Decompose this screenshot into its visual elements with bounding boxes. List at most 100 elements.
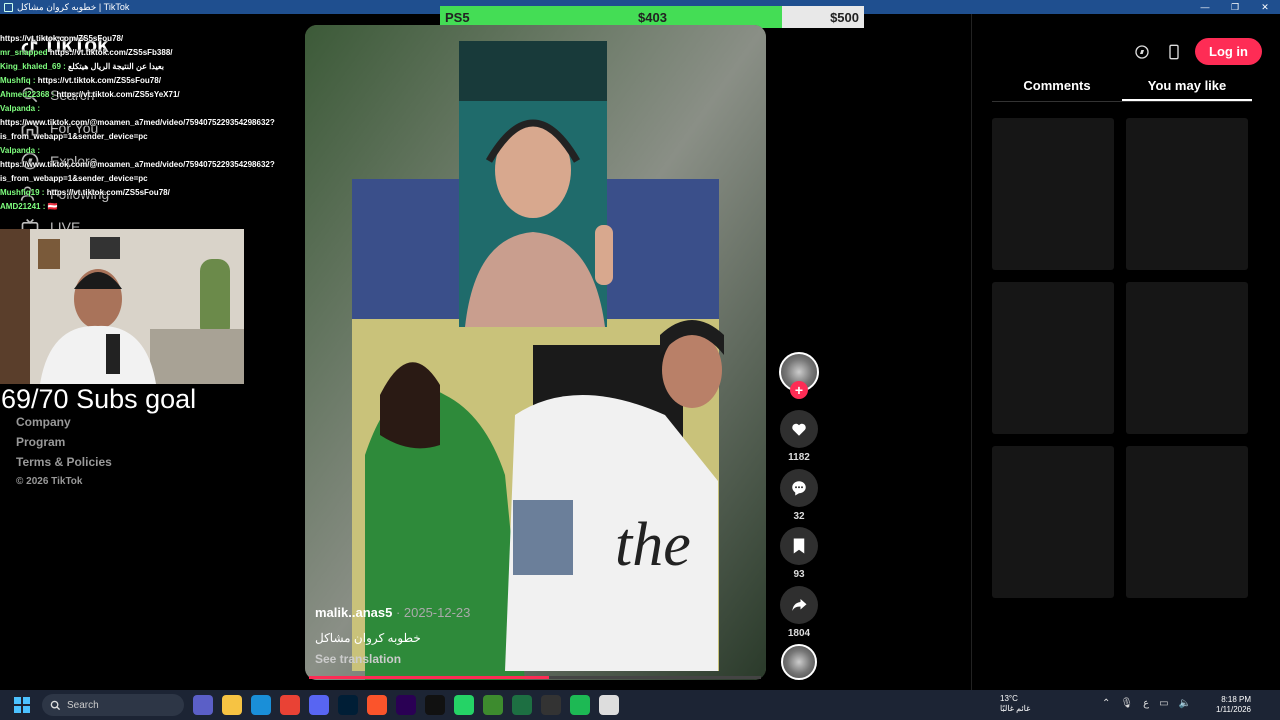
chat-text: بعيدا عن النتيجة الريال هيتكلع xyxy=(68,62,164,71)
weather-desc: غائم غالبًا xyxy=(1000,704,1031,713)
whatsapp-icon[interactable] xyxy=(454,695,474,715)
follow-plus-icon[interactable]: + xyxy=(790,381,808,399)
misc-icon[interactable] xyxy=(599,695,619,715)
chat-message: https://www.tiktok.com/@moamen_a7med/vid… xyxy=(0,116,290,130)
footer-copyright: © 2026 TikTok xyxy=(16,476,83,487)
sound-disc-button[interactable] xyxy=(779,644,819,680)
login-button[interactable]: Log in xyxy=(1195,38,1262,65)
chat-text: https://vt.tiktok.com/ZS5sFou78/ xyxy=(46,188,170,197)
edge-icon[interactable] xyxy=(251,695,271,715)
chat-username: mr_snapped xyxy=(0,48,48,57)
recommended-video-thumb[interactable] xyxy=(992,282,1114,434)
video-caption: خطوبه كروان مشاكل xyxy=(315,631,421,645)
comment-count: 32 xyxy=(793,511,805,522)
window-app-icon xyxy=(4,2,13,12)
sidebar-footer: Company Program Terms & Policies © 2026 … xyxy=(16,412,112,492)
video-progress-bar[interactable] xyxy=(309,676,761,679)
chat-message: King_khaled_69 : بعيدا عن النتيجة الريال… xyxy=(0,60,290,74)
comment-button[interactable]: 32 xyxy=(779,469,819,522)
chat-username: Mushfiq19 : xyxy=(0,188,45,197)
post-date: · 2025-12-23 xyxy=(392,605,471,620)
recommended-video-thumb[interactable] xyxy=(1126,118,1248,270)
capcut-icon[interactable] xyxy=(425,695,445,715)
search-icon xyxy=(50,700,61,710)
creator-avatar-button[interactable]: + xyxy=(779,352,819,399)
chat-message: Mushfiq : https://vt.tiktok.com/ZS5sFou7… xyxy=(0,74,290,88)
chat-text: https://vt.tiktok.com/ZS5sYeX71/ xyxy=(56,90,180,99)
recommended-video-thumb[interactable] xyxy=(992,446,1114,598)
chat-text: https://vt.tiktok.com/ZS5sFou78/ xyxy=(37,76,161,85)
see-translation-link[interactable]: See translation xyxy=(315,652,401,666)
explorer-icon[interactable] xyxy=(222,695,242,715)
tab-you-may-like[interactable]: You may like xyxy=(1122,74,1252,101)
video-player[interactable]: the xyxy=(305,25,766,680)
brave-icon[interactable] xyxy=(367,695,387,715)
chat-text: https://www.tiktok.com/@moamen_a7med/vid… xyxy=(0,118,275,127)
save-button[interactable]: 93 xyxy=(779,527,819,580)
chat-username: Valpanda : xyxy=(0,104,41,113)
weather-temp: 13°C xyxy=(1000,694,1018,703)
recommended-video-thumb[interactable] xyxy=(992,118,1114,270)
minimize-button[interactable]: — xyxy=(1190,0,1220,14)
chat-text: https://vt.tiktok.com/ZS5sFb388/ xyxy=(49,48,173,57)
spotify-icon[interactable] xyxy=(570,695,590,715)
network-icon[interactable]: ▭ xyxy=(1159,698,1168,709)
discord-icon[interactable] xyxy=(309,695,329,715)
tray-chevron-icon[interactable]: ⌃ xyxy=(1102,698,1110,709)
share-button[interactable]: 1804 xyxy=(779,586,819,639)
taskbar-clock[interactable]: 8:18 PM 1/11/2026 xyxy=(1207,695,1251,715)
chat-username: Ahmed22368 : xyxy=(0,90,55,99)
compass-icon[interactable] xyxy=(1131,41,1153,63)
music-disc-icon[interactable] xyxy=(781,644,817,680)
chat-username: Valpanda : xyxy=(0,146,41,155)
taskbar-search[interactable]: Search xyxy=(42,694,184,716)
like-button[interactable]: 1182 xyxy=(779,410,819,463)
teams-icon[interactable] xyxy=(193,695,213,715)
bookmark-icon xyxy=(793,538,805,554)
taskbar-search-label: Search xyxy=(67,699,99,711)
webcam-overlay xyxy=(0,229,244,384)
svg-text:the: the xyxy=(615,511,691,579)
start-button[interactable] xyxy=(14,697,30,713)
recommended-video-thumb[interactable] xyxy=(1126,446,1248,598)
excel-icon[interactable] xyxy=(512,695,532,715)
panel-tabs: Comments You may like xyxy=(992,74,1252,102)
share-icon xyxy=(792,599,807,611)
tab-comments[interactable]: Comments xyxy=(992,74,1122,101)
chat-message: https://vt.tiktok.com/ZS5sFou78/ xyxy=(0,32,290,46)
phone-icon[interactable] xyxy=(1163,41,1185,63)
chat-username: King_khaled_69 : xyxy=(0,62,66,71)
chat-text: is_from_webapp=1&sender_device=pc xyxy=(0,174,148,183)
chat-message: is_from_webapp=1&sender_device=pc xyxy=(0,172,290,186)
footer-company-link[interactable]: Company xyxy=(16,412,112,432)
recommended-video-thumb[interactable] xyxy=(1126,282,1248,434)
author-name[interactable]: malik..anas5 xyxy=(315,605,392,620)
chrome-icon[interactable] xyxy=(280,695,300,715)
volume-icon[interactable]: 🔈 xyxy=(1179,698,1191,709)
chat-text: 🇦🇹 xyxy=(47,202,58,211)
minecraft-icon[interactable] xyxy=(483,695,503,715)
taskbar-apps xyxy=(184,695,619,715)
weather-widget[interactable]: 13°C غائم غالبًا xyxy=(1000,694,1030,714)
footer-program-link[interactable]: Program xyxy=(16,432,112,452)
footer-terms-link[interactable]: Terms & Policies xyxy=(16,452,112,472)
share-count: 1804 xyxy=(787,628,811,639)
goal-current: $403 xyxy=(638,10,667,25)
heart-icon xyxy=(792,423,806,436)
clock-time: 8:18 PM xyxy=(1221,695,1251,704)
premiere-icon[interactable] xyxy=(396,695,416,715)
photoshop-icon[interactable] xyxy=(338,695,358,715)
mic-icon[interactable]: 🎙 xyxy=(1120,698,1133,709)
language-indicator[interactable]: ع xyxy=(1143,698,1149,709)
right-panel: Log in Comments You may like xyxy=(971,14,1280,690)
chat-text: https://vt.tiktok.com/ZS5sFou78/ xyxy=(0,34,124,43)
video-author[interactable]: malik..anas5 · 2025-12-23 xyxy=(315,605,470,620)
video-progress-fill xyxy=(309,676,549,679)
save-count: 93 xyxy=(793,569,805,580)
obs-icon[interactable] xyxy=(541,695,561,715)
maximize-button[interactable]: ❐ xyxy=(1220,0,1250,14)
subs-goal-text: 69/70 Subs goal xyxy=(1,384,197,414)
close-button[interactable]: ✕ xyxy=(1250,0,1280,14)
clock-date: 1/11/2026 xyxy=(1216,705,1251,714)
system-tray: ⌃ 🎙 ع ▭ 🔈 xyxy=(1102,698,1191,709)
